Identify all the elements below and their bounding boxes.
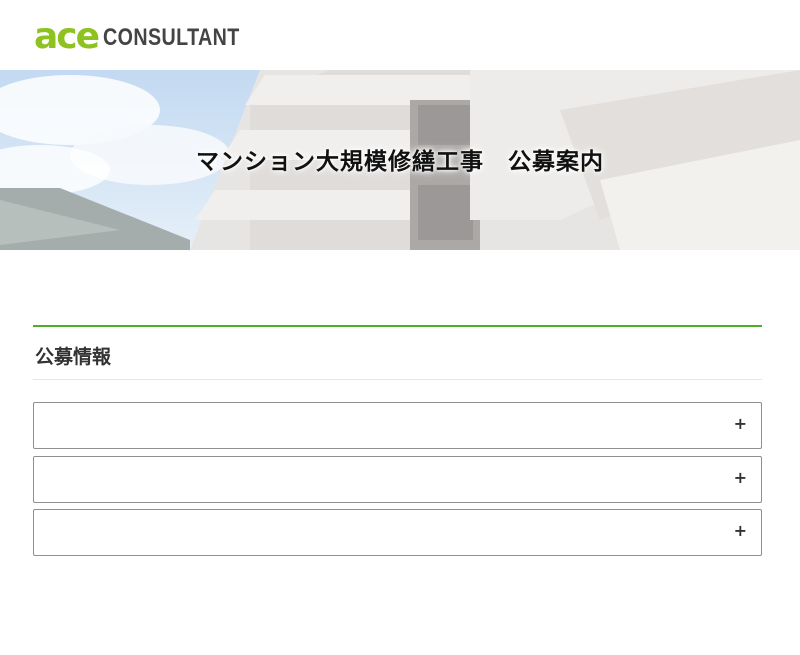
site-header: ace CONSULTANT (0, 0, 800, 70)
section-divider (33, 379, 762, 380)
section-title: 公募情報 (35, 346, 112, 368)
accordion-item-3[interactable]: + (33, 509, 762, 556)
expand-plus-icon[interactable]: + (734, 521, 747, 540)
logo-text: CONSULTANT (103, 24, 240, 51)
expand-plus-icon[interactable]: + (734, 468, 747, 487)
recruitment-section: 公募情報 (33, 325, 762, 380)
logo-mark: ace (34, 16, 100, 57)
logo[interactable]: ace CONSULTANT (34, 16, 270, 57)
page-title: マンション大規模修繕工事 公募案内 (196, 149, 604, 175)
accordion-item-2[interactable]: + (33, 456, 762, 503)
expand-plus-icon[interactable]: + (734, 414, 747, 433)
accordion-item-1[interactable]: + (33, 402, 762, 449)
hero-banner: マンション大規模修繕工事 公募案内 (0, 70, 800, 250)
